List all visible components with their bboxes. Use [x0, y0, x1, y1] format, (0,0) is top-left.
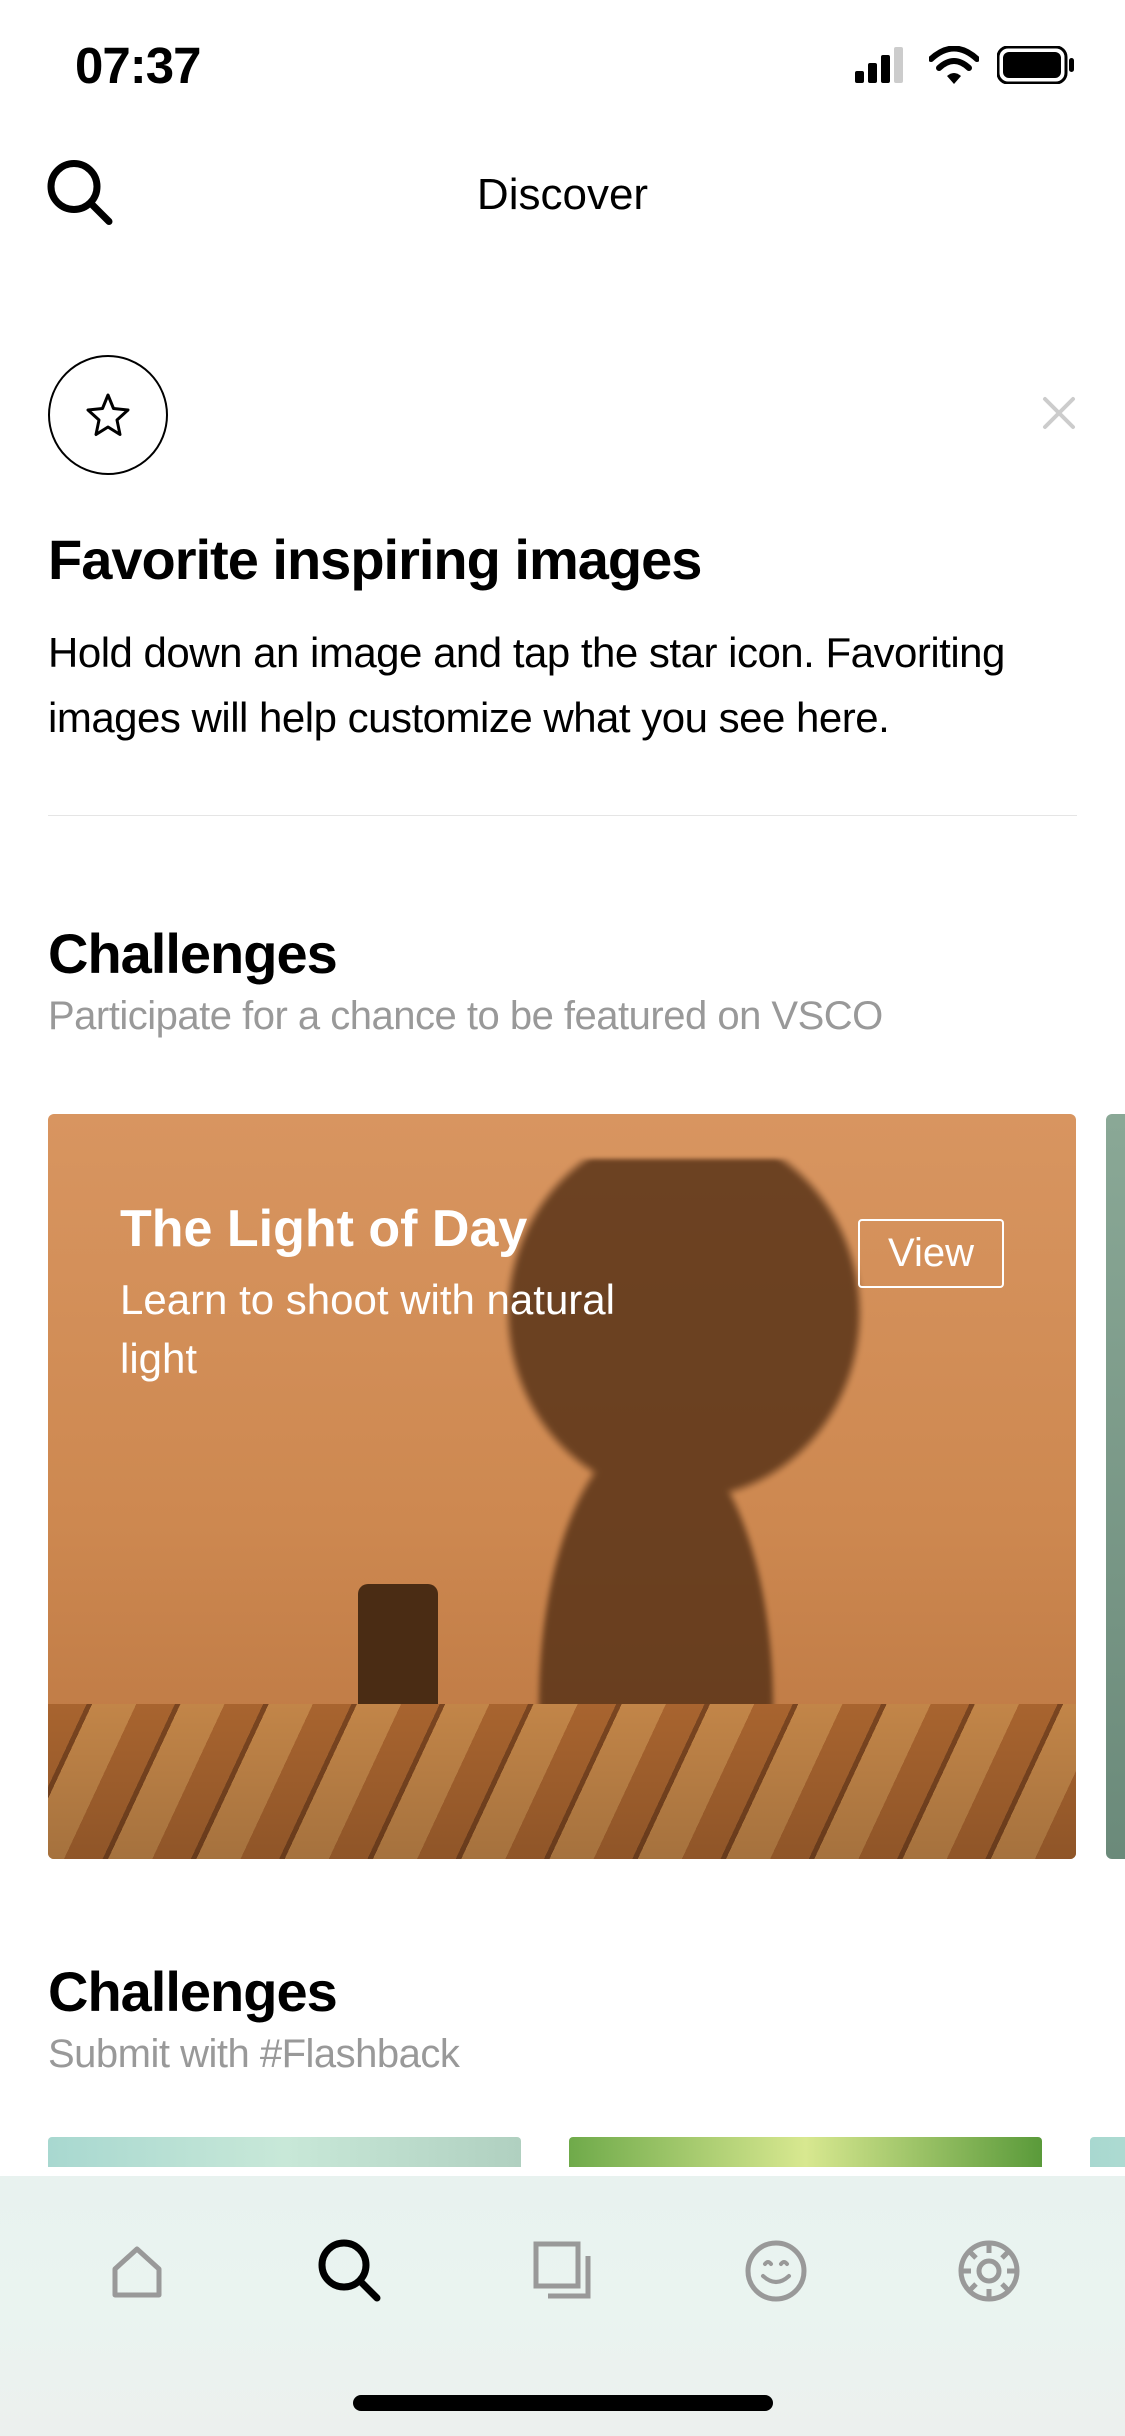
tab-studio[interactable]: [518, 2226, 608, 2316]
view-button[interactable]: View: [858, 1219, 1004, 1288]
challenge-description: Learn to shoot with natural light: [120, 1271, 640, 1389]
flashback-carousel[interactable]: [0, 2137, 1125, 2167]
tab-bar: [0, 2176, 1125, 2436]
challenges-section-2: Challenges Submit with #Flashback: [48, 1959, 1077, 2167]
cellular-icon: [855, 47, 911, 83]
card-image-detail: [358, 1584, 438, 1739]
favorites-icon-circle[interactable]: [48, 355, 168, 475]
challenge-card-next[interactable]: [1106, 1114, 1125, 1859]
section-title: Challenges: [48, 921, 1077, 986]
flashback-card[interactable]: [569, 2137, 1042, 2167]
search-icon: [45, 158, 115, 228]
page-title: Discover: [477, 170, 648, 220]
status-bar: 07:37: [0, 0, 1125, 130]
close-icon: [1041, 395, 1077, 431]
favorites-tip-card: Favorite inspiring images Hold down an i…: [48, 355, 1077, 816]
wifi-icon: [929, 46, 979, 84]
tab-home[interactable]: [92, 2226, 182, 2316]
flashback-card[interactable]: [1090, 2137, 1125, 2167]
search-button[interactable]: [45, 158, 115, 233]
gear-icon: [956, 2238, 1022, 2304]
dismiss-tip-button[interactable]: [1041, 395, 1077, 436]
challenges-carousel[interactable]: The Light of Day Learn to shoot with nat…: [0, 1114, 1125, 1859]
smile-icon: [743, 2238, 809, 2304]
tab-discover[interactable]: [305, 2226, 395, 2316]
home-indicator[interactable]: [353, 2395, 773, 2411]
flashback-card[interactable]: [48, 2137, 521, 2167]
tab-profile[interactable]: [944, 2226, 1034, 2316]
challenges-section: Challenges Participate for a chance to b…: [48, 921, 1077, 1859]
section-subtitle: Participate for a chance to be featured …: [48, 994, 1077, 1039]
status-time: 07:37: [75, 36, 200, 95]
tip-description: Hold down an image and tap the star icon…: [48, 620, 1077, 750]
section-subtitle: Submit with #Flashback: [48, 2032, 1077, 2077]
stack-icon: [530, 2238, 596, 2304]
battery-icon: [997, 46, 1075, 84]
section-title: Challenges: [48, 1959, 1077, 2024]
header: Discover: [0, 130, 1125, 260]
tab-feed[interactable]: [731, 2226, 821, 2316]
challenge-card[interactable]: The Light of Day Learn to shoot with nat…: [48, 1114, 1076, 1859]
tip-title: Favorite inspiring images: [48, 527, 1077, 592]
status-indicators: [855, 46, 1075, 84]
search-icon: [315, 2236, 385, 2306]
star-icon: [85, 392, 131, 438]
home-icon: [105, 2239, 169, 2303]
